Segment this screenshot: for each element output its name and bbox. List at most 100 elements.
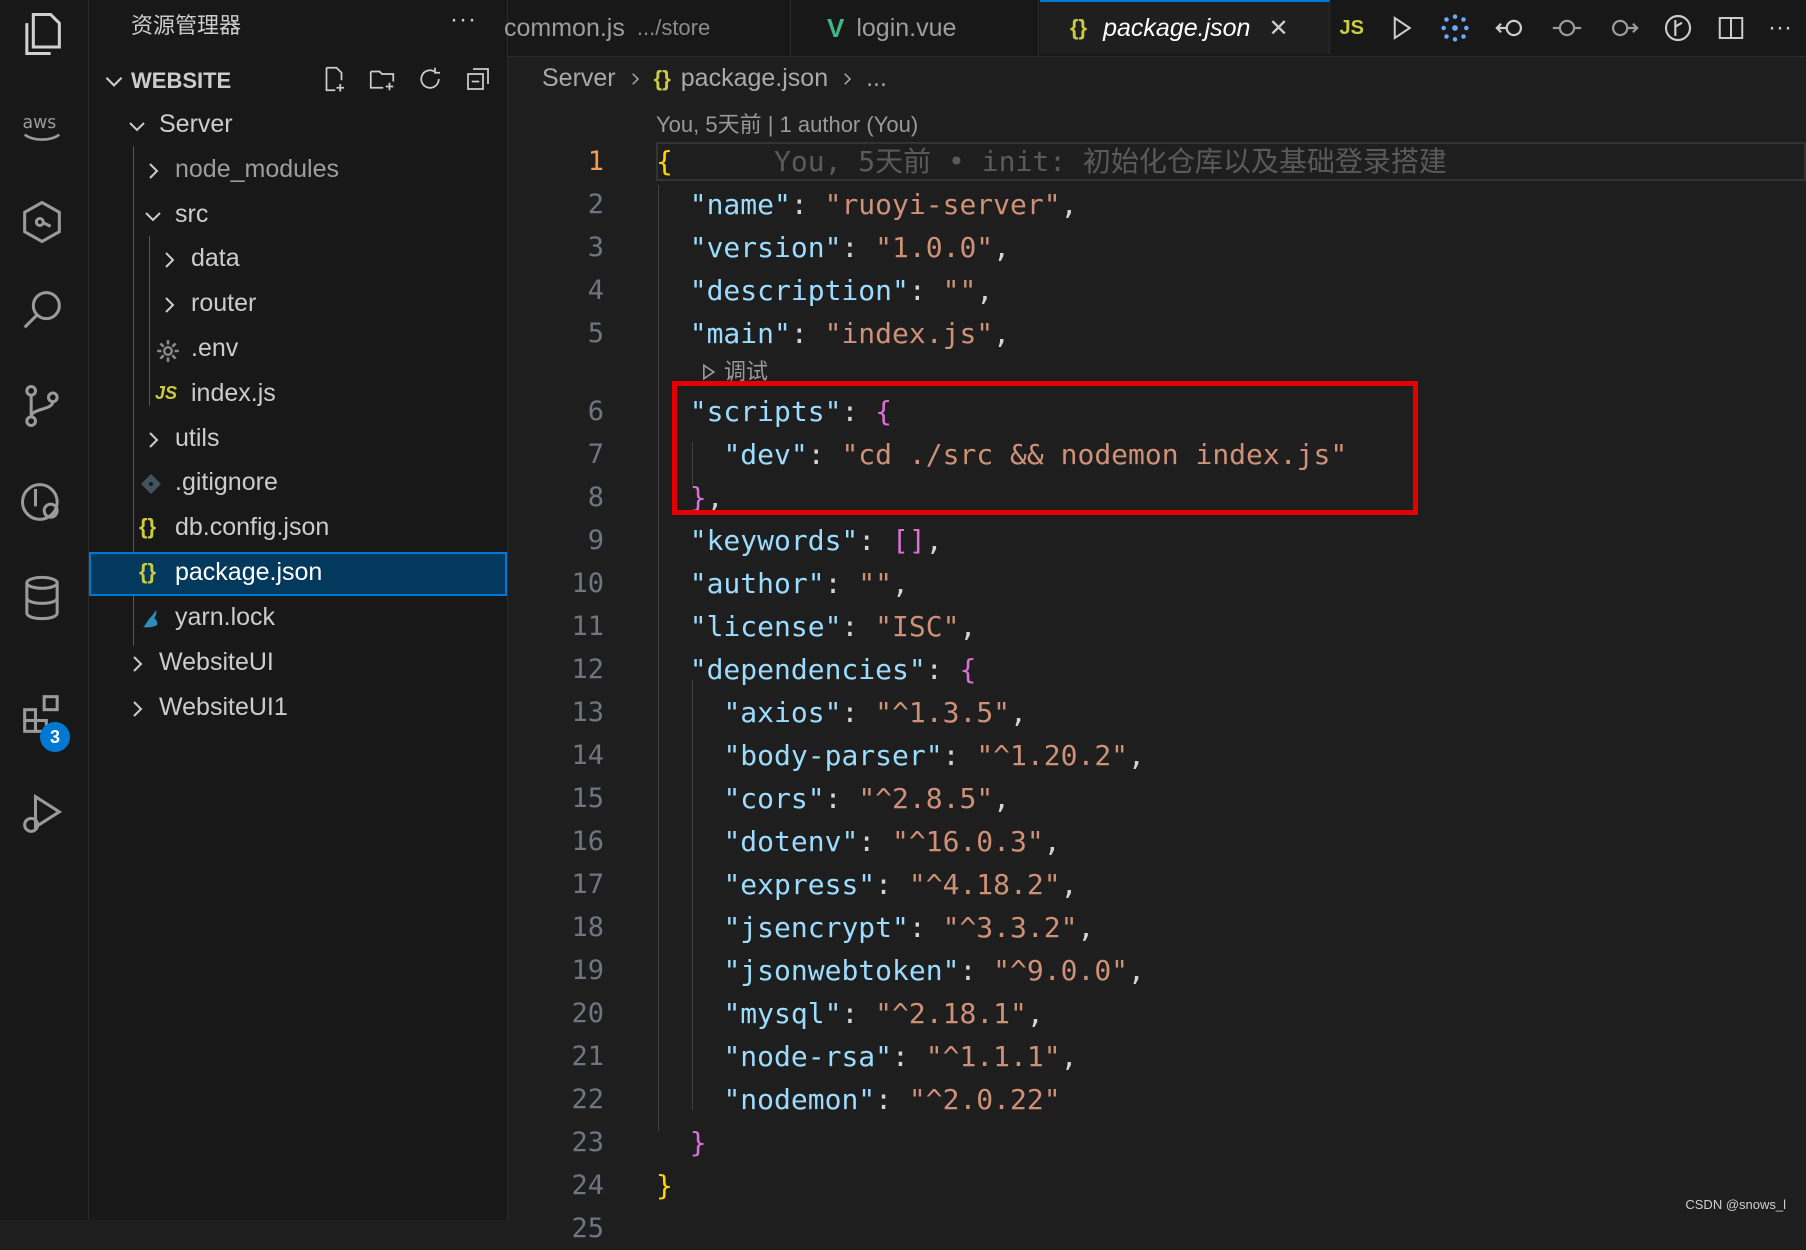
js-file-icon: JS [155, 383, 178, 403]
tree-folder-data[interactable]: data [89, 238, 507, 282]
line-number: 11 [571, 611, 604, 642]
line-number: 5 [587, 318, 604, 349]
tree-item-label: WebsiteUI [159, 648, 274, 676]
source-control-icon[interactable] [14, 378, 70, 434]
previous-change-icon[interactable] [1494, 8, 1528, 48]
line-number: 14 [571, 740, 604, 771]
line-number: 10 [571, 568, 604, 599]
code-line: "author": "", [689, 567, 909, 600]
chevron-right-icon [149, 163, 159, 179]
line-number: 4 [587, 275, 604, 306]
line-number: 3 [587, 232, 604, 263]
split-editor-icon[interactable] [1716, 8, 1746, 48]
tab-description: .../store [636, 15, 711, 40]
tree-item-label: package.json [175, 558, 323, 586]
tree-file-db-config-json[interactable]: {} db.config.json [89, 507, 507, 551]
line-number: 17 [571, 869, 604, 900]
editor-actions: JS ··· [1340, 0, 1806, 56]
codelens-blame[interactable]: You, 5天前 | 1 author (You) [656, 107, 918, 139]
chevron-down-icon [145, 212, 161, 222]
code-line: "nodemon": "^2.0.22" [723, 1083, 1061, 1116]
tree-item-label: WebsiteUI1 [159, 693, 288, 721]
aws-icon[interactable]: aws [14, 98, 70, 154]
line-number: 18 [571, 912, 604, 943]
tree-file-yarn-lock[interactable]: yarn.lock [89, 597, 507, 641]
tree-folder-server[interactable]: Server [89, 104, 507, 148]
search-icon[interactable] [14, 282, 70, 338]
breadcrumb-symbol[interactable]: ... [866, 64, 887, 93]
line-number: 1 [587, 146, 604, 177]
explorer-sidebar: 资源管理器 ··· WEBSITE Server node_modules sr… [89, 0, 508, 1220]
tab-login-vue[interactable]: V login.vue [791, 0, 1039, 56]
tree-folder-src[interactable]: src [89, 194, 507, 238]
tree-item-label: node_modules [175, 155, 340, 183]
tree-folder-router[interactable]: router [89, 283, 507, 327]
more-icon[interactable]: ··· [1768, 8, 1792, 48]
inline-blame: You, 5天前 • init: 初始化仓库以及基础登录搭建 [774, 145, 1447, 178]
tab-label: common.js [504, 13, 625, 42]
tree-folder-websiteui[interactable]: WebsiteUI [89, 642, 507, 686]
graph-icon[interactable] [1438, 8, 1472, 48]
annotation-highlight-box [672, 381, 1418, 515]
tab-package-json[interactable]: {} package.json ✕ [1040, 0, 1330, 54]
line-number: 2 [587, 189, 604, 220]
commit-icon[interactable] [1550, 8, 1584, 48]
svg-text:aws: aws [23, 113, 57, 133]
explorer-icon[interactable] [14, 6, 70, 62]
tree-item-label: data [191, 244, 240, 272]
next-change-icon[interactable] [1606, 8, 1640, 48]
database-icon[interactable] [14, 570, 70, 626]
close-icon[interactable]: ✕ [1268, 14, 1288, 43]
new-folder-icon[interactable] [365, 62, 399, 96]
tree-file-package-json[interactable]: {} package.json [89, 552, 507, 596]
line-number: 24 [571, 1170, 604, 1201]
activity-bar: aws 3 [0, 0, 89, 1220]
workspace-name: WEBSITE [131, 68, 232, 93]
tree-folder-websiteui1[interactable]: WebsiteUI1 [89, 687, 507, 731]
tree-item-label: index.js [191, 379, 276, 407]
json-file-icon: {} [653, 65, 671, 91]
code-line: "jsonwebtoken": "^9.0.0", [723, 954, 1145, 987]
code-line: "dotenv": "^16.0.3", [723, 825, 1061, 858]
run-debug-icon[interactable] [14, 786, 70, 842]
breadcrumb-folder[interactable]: Server [542, 64, 616, 93]
tab-label: login.vue [856, 13, 957, 42]
code-line: } [689, 1126, 707, 1159]
tree-file-env[interactable]: .env [89, 328, 507, 372]
gear-icon [157, 340, 179, 362]
chevron-right-icon [133, 656, 143, 672]
timeline-icon[interactable] [14, 474, 70, 530]
new-file-icon[interactable] [317, 62, 351, 96]
js-debug-label[interactable]: JS [1340, 8, 1364, 48]
collapse-all-icon[interactable] [461, 62, 495, 96]
code-editor[interactable]: 1 2 3 4 5 6 7 8 9 10 11 12 13 14 15 16 1… [508, 140, 1806, 1244]
code-line: "description": "", [689, 274, 994, 307]
refresh-icon[interactable] [413, 62, 447, 96]
chevron-right-icon [165, 252, 175, 268]
gitlens-blame-icon[interactable] [1662, 8, 1694, 48]
chevron-right-icon [844, 72, 852, 85]
code-line: "mysql": "^2.18.1", [723, 997, 1044, 1030]
tree-file-gitignore[interactable]: .gitignore [89, 462, 507, 506]
code-line: { You, 5天前 • init: 初始化仓库以及基础登录搭建 [656, 145, 1447, 178]
tree-file-index-js[interactable]: JS index.js [89, 373, 507, 417]
workspace-header[interactable]: WEBSITE [89, 62, 507, 102]
gitlens-icon[interactable] [14, 194, 70, 250]
tree-folder-utils[interactable]: utils [89, 418, 507, 462]
line-number: 12 [571, 654, 604, 685]
tab-common-js[interactable]: common.js .../store [504, 0, 791, 56]
run-icon[interactable] [1386, 8, 1416, 48]
play-icon [703, 363, 716, 381]
chevron-down-icon [105, 76, 123, 87]
code-line: "dependencies": { [689, 653, 977, 686]
code-line: "axios": "^1.3.5", [723, 696, 1027, 729]
code-line: "jsencrypt": "^3.3.2", [723, 911, 1095, 944]
tree-folder-node-modules[interactable]: node_modules [89, 149, 507, 193]
line-number: 22 [571, 1084, 604, 1115]
chevron-right-icon [149, 432, 159, 448]
tree-item-label: src [175, 200, 209, 228]
line-number: 25 [571, 1213, 604, 1244]
line-number: 9 [587, 525, 604, 556]
more-actions-button[interactable]: ··· [450, 6, 477, 34]
breadcrumb-file[interactable]: package.json [681, 64, 828, 93]
